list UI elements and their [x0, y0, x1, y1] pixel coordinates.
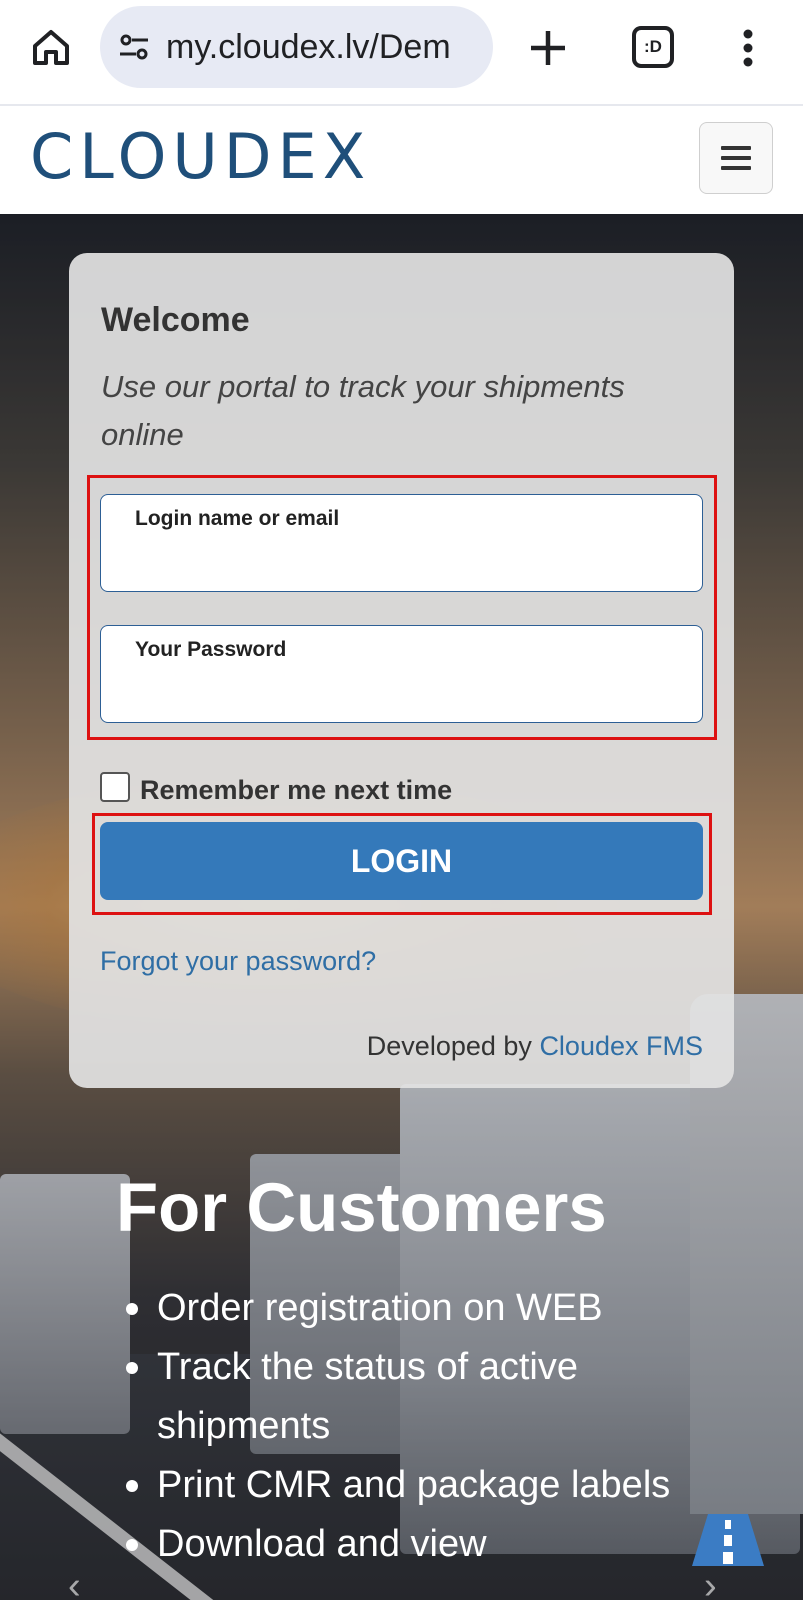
new-tab-icon[interactable]	[520, 20, 576, 76]
list-item: Order registration on WEB	[124, 1279, 724, 1338]
login-name-input[interactable]	[135, 541, 669, 579]
remember-me-checkbox[interactable]	[100, 771, 130, 802]
cloudex-fms-link[interactable]: Cloudex FMS	[539, 1031, 703, 1061]
developed-by-text: Developed by	[366, 1031, 532, 1061]
developed-by-footer: Developed by Cloudex FMS	[367, 1031, 703, 1062]
site-settings-icon[interactable]	[116, 29, 152, 65]
carousel-prev-icon[interactable]: ‹	[68, 1572, 98, 1600]
remember-me-label[interactable]: Remember me next time	[140, 775, 452, 806]
login-name-field[interactable]: Login name or email	[100, 494, 703, 592]
login-name-label: Login name or email	[135, 507, 340, 530]
browser-toolbar: my.cloudex.lv/Dem :D	[0, 0, 803, 106]
forgot-password-link[interactable]: Forgot your password?	[100, 946, 376, 977]
list-item: Print CMR and package labels	[124, 1456, 724, 1515]
portal-subtitle: Use our portal to track your shipments o…	[101, 369, 625, 452]
password-input[interactable]	[135, 672, 669, 710]
url-text[interactable]: my.cloudex.lv/Dem	[166, 28, 451, 67]
site-header: CLOUDEX	[0, 106, 803, 215]
remember-me-row[interactable]: Remember me next time	[100, 767, 452, 806]
welcome-heading: Welcome	[101, 301, 250, 339]
carousel-next-icon[interactable]: ›	[704, 1572, 734, 1600]
more-options-icon[interactable]	[728, 20, 768, 76]
cloudex-logo[interactable]: CLOUDEX	[30, 120, 371, 193]
list-item: Track the status of active shipments	[124, 1338, 724, 1456]
password-field[interactable]: Your Password	[100, 625, 703, 723]
menu-bar	[721, 166, 751, 170]
login-card: Welcome Use our portal to track your shi…	[69, 253, 734, 1088]
customer-features-list: Order registration on WEB Track the stat…	[124, 1279, 724, 1574]
menu-toggle-button[interactable]	[699, 122, 773, 194]
login-button[interactable]: LOGIN	[100, 822, 703, 900]
for-customers-heading: For Customers	[116, 1169, 607, 1246]
road-icon	[692, 1514, 764, 1566]
list-item: Download and view	[124, 1515, 724, 1574]
menu-bar	[721, 146, 751, 150]
tab-count: :D	[644, 37, 662, 56]
address-bar[interactable]: my.cloudex.lv/Dem	[100, 6, 493, 88]
home-icon[interactable]	[24, 20, 78, 74]
menu-bar	[721, 156, 751, 160]
password-label: Your Password	[135, 638, 287, 661]
tab-switcher-button[interactable]: :D	[632, 26, 674, 68]
